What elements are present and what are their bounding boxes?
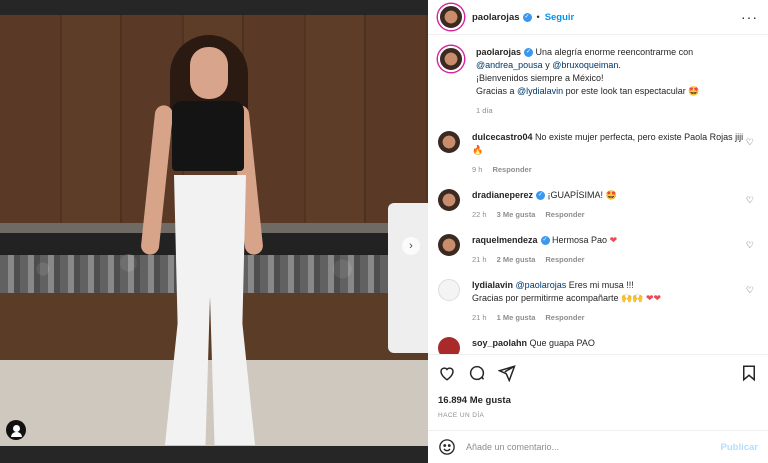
caption-text: Una alegría enorme reencontrarme con [533,47,694,57]
bookmark-icon[interactable] [740,364,758,382]
photo-figure-face [190,47,228,99]
verified-badge-icon: ✓ [536,191,546,201]
comment-username[interactable]: raquelmendeza [472,235,538,245]
reply-button[interactable]: Responder [545,253,584,266]
header-separator: • [536,12,540,22]
comment-username[interactable]: dulcecastro04 [472,132,533,142]
comment-likes[interactable]: 2 Me gusta [497,253,536,266]
photo-chair [388,203,428,353]
red-hearts-icon: ❤❤ [645,293,662,303]
reply-button[interactable]: Responder [545,208,584,221]
like-comment-heart-icon[interactable]: ♡ [746,240,754,251]
share-icon[interactable] [498,364,516,382]
comment-composer: Publicar [428,430,768,463]
comment-input[interactable] [466,442,721,452]
mention-link[interactable]: @lydialavin [517,86,563,96]
publish-button[interactable]: Publicar [721,442,759,453]
caption-avatar[interactable] [438,46,464,72]
comment-time: 21 h [472,313,487,322]
comment-item: raquelmendeza ✓ Hermosa Pao ❤ 21 h 2 Me gu… [438,234,758,266]
tagged-users-button[interactable] [6,420,26,440]
comment-text: Que guapa PAO [527,338,595,348]
like-comment-heart-icon[interactable]: ♡ [746,285,754,296]
verified-badge-icon: ✓ [540,236,550,246]
emoji-icon[interactable] [438,438,456,456]
caption-time: 1 día [476,106,493,115]
post-actions: 16.894 Me gusta HACE UN DÍA [428,354,768,419]
post-side-panel: paolarojas ✓ • Seguir ··· paolarojas ✓ Un… [428,0,768,463]
comment-username[interactable]: soy_paolahn [472,338,527,348]
comment-avatar[interactable] [438,131,460,153]
more-options-icon[interactable]: ··· [741,9,758,25]
comment-avatar[interactable] [438,234,460,256]
comment-avatar[interactable] [438,279,460,301]
caption-line-2: ¡Bienvenidos siempre a México! [476,73,604,83]
chevron-right-icon: › [409,240,413,252]
mention-link[interactable]: @andrea_pousa [476,60,543,70]
like-comment-heart-icon[interactable]: ♡ [746,137,754,148]
comment-item: dradianeperez ✓ ¡GUAPÍSIMA! 🤩 22 h 3 Me gu… [438,189,758,221]
post-time-ago: HACE UN DÍA [438,412,485,419]
comment-item: soy_paolahn Que guapa PAO [438,337,758,354]
next-photo-button[interactable]: › [402,237,420,255]
likes-count[interactable]: 16.894 Me gusta [438,395,758,406]
author-username[interactable]: paolarojas [472,12,520,23]
comments-list[interactable]: paolarojas ✓ Una alegría enorme reencontr… [428,36,768,354]
comment-likes[interactable]: 1 Me gusta [497,311,536,324]
caption-body: paolarojas ✓ Una alegría enorme reencontr… [476,47,700,115]
comment-item: dulcecastro04 No existe mujer perfecta, … [438,131,758,176]
post-photo[interactable]: › [0,15,428,446]
mention-link[interactable]: @paolarojas [516,280,567,290]
reply-button[interactable]: Responder [492,163,531,176]
user-icon [12,424,20,432]
photo-figure-top [172,101,244,171]
caption-username[interactable]: paolarojas [476,47,521,57]
like-comment-heart-icon[interactable]: ♡ [746,195,754,206]
follow-button[interactable]: Seguir [545,12,575,23]
verified-badge-icon: ✓ [522,12,532,22]
comment-text: Eres mi musa !!! [566,280,634,290]
comment-text: Hermosa Pao [549,235,610,245]
heart-icon[interactable] [438,364,456,382]
red-heart-icon: ❤ [609,235,618,245]
post-header: paolarojas ✓ • Seguir ··· [428,0,768,35]
comment-likes[interactable]: 3 Me gusta [497,208,536,221]
comment-avatar[interactable] [438,337,460,354]
reply-button[interactable]: Responder [545,311,584,324]
comment-time: 9 h [472,165,483,174]
comment-username[interactable]: lydialavin [472,280,513,290]
comment-text-line-2: Gracias por permitirme acompañarte 🙌🙌 [472,293,644,303]
comment-item: lydialavin @paolarojas Eres mi musa !!! … [438,279,758,324]
comment-time: 21 h [472,255,487,264]
comment-icon[interactable] [468,364,486,382]
author-avatar[interactable] [438,4,464,30]
post-caption: paolarojas ✓ Una alegría enorme reencontr… [438,46,758,117]
comment-username[interactable]: dradianeperez [472,190,533,200]
comment-avatar[interactable] [438,189,460,211]
comment-time: 22 h [472,210,487,219]
mention-link[interactable]: @bruxoqueiman [552,60,618,70]
comment-text: ¡GUAPÍSIMA! 🤩 [545,190,617,200]
verified-badge-icon: ✓ [524,48,534,58]
